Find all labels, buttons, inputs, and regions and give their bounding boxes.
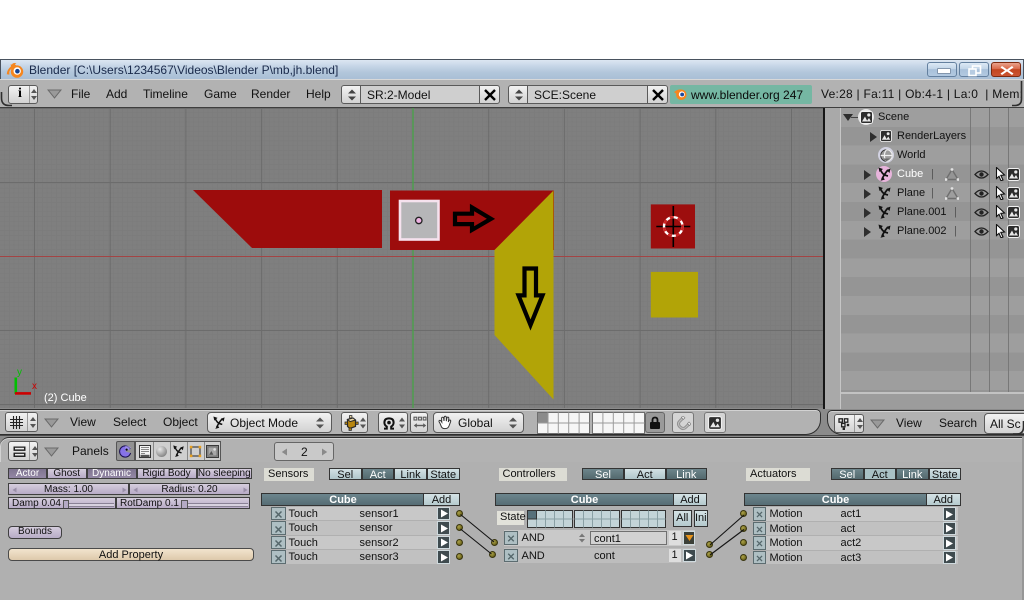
- svg-text:y: y: [17, 367, 22, 378]
- svg-text:x: x: [32, 381, 37, 392]
- svg-text:(2) Cube: (2) Cube: [44, 392, 87, 404]
